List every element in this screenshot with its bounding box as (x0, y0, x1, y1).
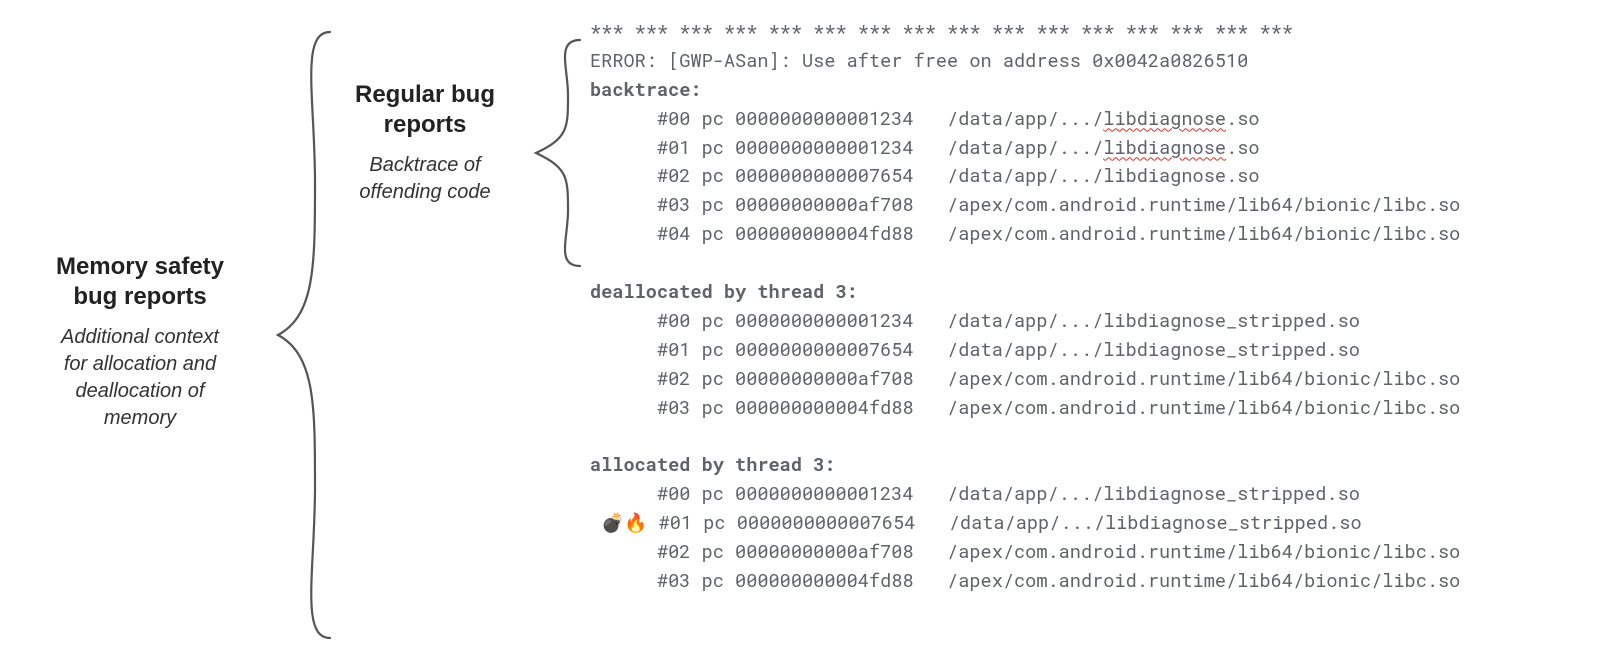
log-line: #00 pc 0000000000001234 /data/app/.../li… (590, 480, 1600, 509)
log-line: #00 pc 0000000000001234 /data/app/.../li… (590, 307, 1600, 336)
log-line: #01 pc 0000000000007654 /data/app/.../li… (590, 336, 1600, 365)
bomb-fire-icon: 💣🔥 (601, 512, 647, 534)
log-line: #02 pc 0000000000007654 /data/app/.../li… (590, 162, 1600, 191)
log-line: *** *** *** *** *** *** *** *** *** *** … (590, 18, 1600, 47)
annotation-title: Regular bug (330, 80, 520, 110)
annotation-sub: Backtrace of (330, 152, 520, 179)
log-line: #04 pc 000000000004fd88 /apex/com.androi… (590, 220, 1600, 249)
log-line: #03 pc 000000000004fd88 /apex/com.androi… (590, 567, 1600, 596)
annotation-title: bug reports (20, 282, 260, 312)
log-line (590, 422, 1600, 451)
log-line: 💣🔥 #01 pc 0000000000007654 /data/app/...… (590, 509, 1600, 538)
log-line: ERROR: [GWP-ASan]: Use after free on add… (590, 47, 1600, 76)
annotation-sub: deallocation of (20, 378, 260, 405)
annotation-regular-bug: Regular bug reports Backtrace of offendi… (330, 80, 520, 206)
log-line (590, 249, 1600, 278)
annotation-sub: Additional context (20, 324, 260, 351)
annotation-sub: memory (20, 405, 260, 432)
annotation-title: reports (330, 110, 520, 140)
log-line: #01 pc 0000000000001234 /data/app/.../li… (590, 134, 1600, 163)
diagram: Memory safety bug reports Additional con… (0, 0, 1600, 651)
log-line: backtrace: (590, 76, 1600, 105)
log-line: #02 pc 00000000000af708 /apex/com.androi… (590, 538, 1600, 567)
log-line: deallocated by thread 3: (590, 278, 1600, 307)
log-line: #02 pc 00000000000af708 /apex/com.androi… (590, 365, 1600, 394)
annotation-sub: offending code (330, 179, 520, 206)
log-output: *** *** *** *** *** *** *** *** *** *** … (590, 18, 1600, 596)
annotation-title: Memory safety (20, 252, 260, 282)
annotation-memory-safety: Memory safety bug reports Additional con… (20, 252, 260, 432)
log-line: #03 pc 000000000004fd88 /apex/com.androi… (590, 394, 1600, 423)
annotation-sub: for allocation and (20, 351, 260, 378)
log-line: #03 pc 00000000000af708 /apex/com.androi… (590, 191, 1600, 220)
log-line: allocated by thread 3: (590, 451, 1600, 480)
brace-inner (528, 38, 588, 268)
log-line: #00 pc 0000000000001234 /data/app/.../li… (590, 105, 1600, 134)
